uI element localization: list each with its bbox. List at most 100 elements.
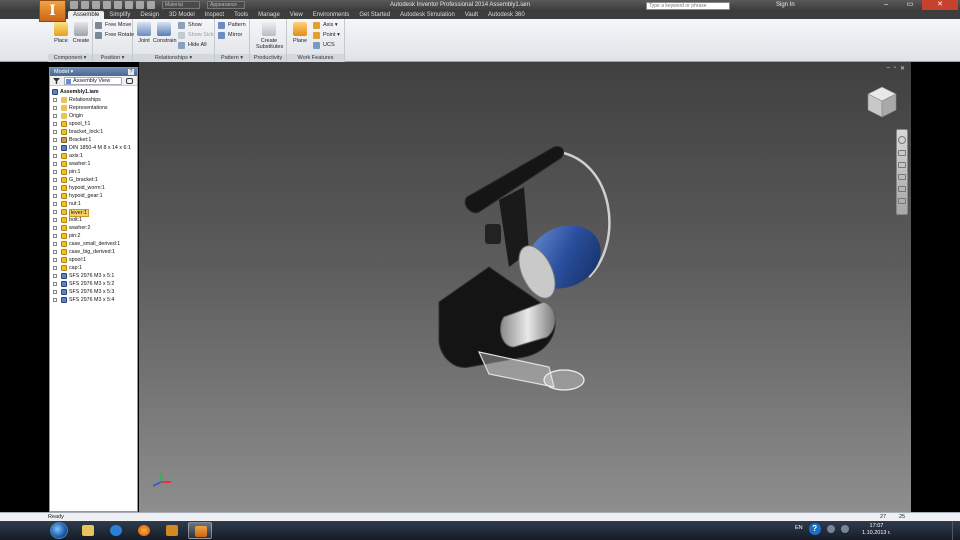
pan-icon[interactable] [898,150,906,156]
tree-item[interactable]: Representations [50,104,137,112]
plane-button[interactable]: Plane [289,22,311,44]
tab-tools[interactable]: Tools [229,11,253,19]
clock[interactable]: 17:07 1.10.2013 г. [862,523,891,537]
point-button[interactable]: Point ▾ [313,31,340,40]
tab-autodesk-simulation[interactable]: Autodesk Simulation [395,11,460,19]
show-desktop-button[interactable] [952,521,960,540]
constrain-button[interactable]: Constrain [153,22,177,44]
network-icon[interactable] [826,525,835,533]
orbit-icon[interactable] [898,174,906,180]
tree-item[interactable]: spool_f:1 [50,120,137,128]
expand-toggle-icon[interactable] [53,266,57,270]
tree-item[interactable]: spool:1 [50,256,137,264]
panel-label-relationships[interactable]: Relationships ▾ [133,54,214,62]
taskbar-inventor[interactable] [188,522,212,539]
expand-toggle-icon[interactable] [53,178,57,182]
taskbar-media-player[interactable] [160,522,184,539]
panel-label-pattern[interactable]: Pattern ▾ [215,54,249,62]
expand-toggle-icon[interactable] [53,226,57,230]
browser-view-select[interactable]: Assembly View [64,77,122,85]
tree-item[interactable]: hypoid_worm:1 [50,184,137,192]
tree-item[interactable]: washer:1 [50,160,137,168]
find-icon[interactable] [126,78,133,84]
expand-toggle-icon[interactable] [53,210,57,214]
appearance-select[interactable]: Appearance [207,1,245,9]
browser-close-icon[interactable]: ? [128,69,134,75]
expand-toggle-icon[interactable] [53,162,57,166]
tab-3d-model[interactable]: 3D Model [164,11,200,19]
close-button[interactable]: ✕ [922,0,958,10]
expand-toggle-icon[interactable] [53,106,57,110]
filter-icon[interactable] [53,78,60,84]
expand-toggle-icon[interactable] [53,242,57,246]
tree-item[interactable]: DIN 1850-4 M 8 x 14 x 6:1 [50,144,137,152]
volume-icon[interactable] [840,525,849,533]
zoom-all-icon[interactable] [898,198,906,204]
tree-item[interactable]: SFS 2976 M3 x 5:3 [50,288,137,296]
taskbar-internet-explorer[interactable] [104,522,128,539]
panel-label-position[interactable]: Position ▾ [93,54,132,62]
create-button[interactable]: Create [70,22,92,44]
tab-manage[interactable]: Manage [253,11,285,19]
assembly-model-3d[interactable] [429,142,629,392]
viewcube[interactable] [864,84,900,120]
pattern-button[interactable]: Pattern [218,21,246,30]
tree-item[interactable]: Bracket:1 [50,136,137,144]
tab-simplify[interactable]: Simplify [104,11,135,19]
free-move-button[interactable]: Free Move [95,21,131,30]
tree-item[interactable]: case_small_derived:1 [50,240,137,248]
expand-toggle-icon[interactable] [53,114,57,118]
save-icon[interactable] [92,1,100,9]
tree-item[interactable]: pin:2 [50,232,137,240]
expand-toggle-icon[interactable] [53,98,57,102]
create-substitutes-button[interactable]: Create Substitutes [256,22,283,50]
viewport-minimize-button[interactable]: – [886,65,889,72]
maximize-button[interactable]: ▭ [898,0,922,10]
tree-item[interactable]: cap:1 [50,264,137,272]
new-icon[interactable] [70,1,78,9]
taskbar-explorer[interactable] [76,522,100,539]
tree-item[interactable]: hypoid_gear:1 [50,192,137,200]
expand-toggle-icon[interactable] [53,234,57,238]
expand-toggle-icon[interactable] [53,130,57,134]
tree-item[interactable]: lever:1 [50,208,137,217]
tree-item[interactable]: Origin [50,112,137,120]
axis-button[interactable]: Axis ▾ [313,21,338,30]
expand-toggle-icon[interactable] [53,186,57,190]
tab-assemble[interactable]: Assemble [68,11,105,19]
tree-item[interactable]: bolt:1 [50,216,137,224]
expand-toggle-icon[interactable] [53,170,57,174]
graphics-viewport[interactable]: – ▫ ✕ [139,62,911,512]
viewport-restore-button[interactable]: ▫ [894,65,896,72]
redo-icon[interactable] [114,1,122,9]
tree-item[interactable]: washer:2 [50,224,137,232]
open-icon[interactable] [81,1,89,9]
steering-wheel-icon[interactable] [898,136,906,144]
expand-toggle-icon[interactable] [53,122,57,126]
browser-title[interactable]: Model ▾ [54,69,73,75]
tree-item[interactable]: SFS 2976 M3 x 5:4 [50,296,137,304]
expand-toggle-icon[interactable] [53,258,57,262]
expand-toggle-icon[interactable] [53,274,57,278]
tree-item[interactable]: Relationships [50,96,137,104]
hide-all-button[interactable]: Hide All [178,41,207,50]
taskbar-firefox[interactable] [132,522,156,539]
show-sick-button[interactable]: Show Sick [178,31,214,40]
zoom-icon[interactable] [898,162,906,168]
application-menu-button[interactable]: I [39,0,66,22]
update-icon[interactable] [136,1,144,9]
material-select[interactable]: Material [162,1,200,9]
expand-toggle-icon[interactable] [53,282,57,286]
tree-item[interactable]: SFS 2976 M3 x 5:2 [50,280,137,288]
search-input[interactable]: Type a keyword or phrase [646,2,730,10]
start-button[interactable] [50,522,68,539]
tab-autodesk-360[interactable]: Autodesk 360 [483,11,530,19]
select-icon[interactable] [147,1,155,9]
minimize-button[interactable]: – [874,0,898,10]
help-icon[interactable]: ? [808,523,821,535]
show-button[interactable]: Show [178,21,202,30]
expand-toggle-icon[interactable] [53,154,57,158]
look-at-icon[interactable] [898,186,906,192]
expand-toggle-icon[interactable] [53,146,57,150]
joint-button[interactable]: Joint [133,22,155,44]
